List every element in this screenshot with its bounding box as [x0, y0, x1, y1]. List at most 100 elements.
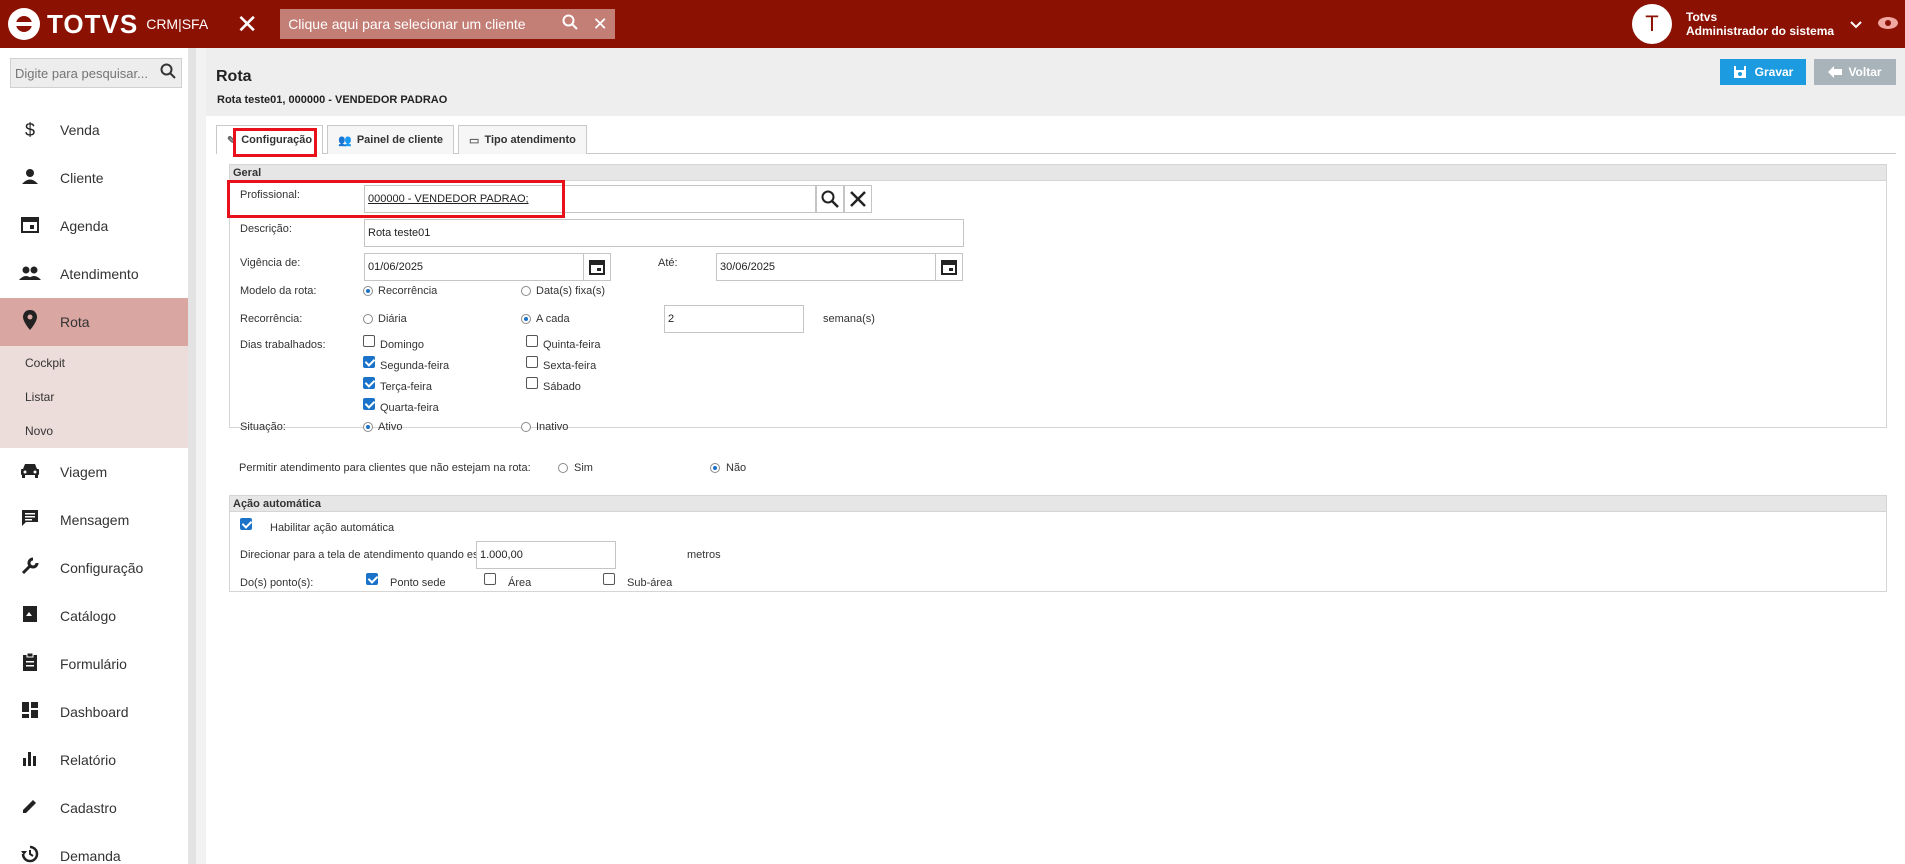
- totvs-logo[interactable]: TOTVS CRM|SFA: [8, 0, 208, 48]
- sexta-label: Sexta-feira: [543, 360, 597, 372]
- back-button[interactable]: Voltar: [1814, 59, 1896, 85]
- sabado-checkbox[interactable]: [526, 377, 538, 389]
- tab-label: Painel de cliente: [356, 134, 444, 146]
- quinta-label: Quinta-feira: [543, 339, 601, 351]
- sexta-checkbox[interactable]: [526, 356, 538, 368]
- recorrencia-unit: semana(s): [823, 313, 875, 325]
- sidebar-item-catalogo[interactable]: Catálogo: [0, 592, 196, 640]
- people-icon: [18, 264, 42, 285]
- sidebar-item-demanda[interactable]: Demanda: [0, 832, 196, 864]
- sidebar-item-agenda[interactable]: Agenda: [0, 202, 196, 250]
- modelo-recorrencia-label: Recorrência: [378, 285, 438, 297]
- user-role: Administrador do sistema: [1686, 24, 1835, 38]
- recorrencia-intervalo-field[interactable]: 2: [664, 305, 804, 333]
- profissional-field[interactable]: 000000 - VENDEDOR PADRAO;: [364, 185, 816, 213]
- ponto-sede-checkbox[interactable]: [366, 573, 378, 585]
- tab-configuracao[interactable]: ✎ Configuração: [216, 125, 324, 154]
- submenu-item-cockpit[interactable]: Cockpit: [0, 346, 196, 380]
- search-icon[interactable]: [155, 63, 181, 84]
- sidebar-item-cliente[interactable]: Cliente: [0, 154, 196, 202]
- client-selector[interactable]: Clique aqui para selecionar um cliente ✕: [280, 9, 616, 39]
- recorrencia-a-cada-label: A cada: [536, 313, 570, 325]
- card-icon: ▭: [469, 134, 480, 147]
- sidebar: $ Venda Cliente Agenda Atendimento Rota C…: [0, 48, 196, 864]
- calendar-icon: [18, 215, 42, 238]
- tab-label: Tipo atendimento: [484, 134, 576, 146]
- quarta-checkbox[interactable]: [363, 398, 375, 410]
- sidebar-item-label: Viagem: [60, 464, 108, 480]
- recorrencia-diaria-radio[interactable]: [363, 314, 373, 324]
- situacao-inativo-label: Inativo: [536, 421, 569, 433]
- tab-tipo-atendimento[interactable]: ▭ Tipo atendimento: [458, 125, 587, 154]
- submenu-item-novo[interactable]: Novo: [0, 414, 196, 448]
- sidebar-item-label: Configuração: [60, 560, 144, 576]
- habilitar-acao-label: Habilitar ação automática: [270, 522, 395, 534]
- user-menu[interactable]: T Totvs Administrador do sistema: [1632, 0, 1905, 48]
- recorrencia-diaria-label: Diária: [378, 313, 407, 325]
- terca-checkbox[interactable]: [363, 377, 375, 389]
- tab-bar: ✎ Configuração 👥 Painel de cliente ▭ Tipo a…: [216, 125, 591, 154]
- sidebar-search[interactable]: [10, 58, 182, 88]
- situacao-ativo-radio[interactable]: [363, 422, 373, 432]
- calendar-icon[interactable]: [935, 253, 963, 281]
- subarea-checkbox[interactable]: [603, 573, 615, 585]
- modelo-datas-fixas-radio[interactable]: [521, 286, 531, 296]
- vigencia-label: Vigência de:: [240, 257, 301, 269]
- modelo-recorrencia-radio[interactable]: [363, 286, 373, 296]
- vigencia-to-field[interactable]: 30/06/2025: [716, 253, 936, 281]
- ate-label: Até:: [658, 257, 678, 269]
- search-icon[interactable]: [816, 185, 844, 213]
- recorrencia-a-cada-radio[interactable]: [521, 314, 531, 324]
- sidebar-item-formulario[interactable]: Formulário: [0, 640, 196, 688]
- terca-label: Terça-feira: [380, 381, 432, 393]
- sidebar-item-label: Atendimento: [60, 266, 139, 282]
- sidebar-item-mensagem[interactable]: Mensagem: [0, 496, 196, 544]
- habilitar-acao-checkbox[interactable]: [240, 518, 252, 530]
- descricao-field[interactable]: Rota teste01: [364, 219, 964, 247]
- avatar[interactable]: T: [1632, 4, 1672, 44]
- sidebar-item-rota[interactable]: Rota: [0, 298, 196, 346]
- pencil-icon: [18, 797, 42, 820]
- quinta-checkbox[interactable]: [526, 335, 538, 347]
- sidebar-item-venda[interactable]: $ Venda: [0, 106, 196, 154]
- permitir-nao-radio[interactable]: [710, 463, 720, 473]
- sidebar-search-input[interactable]: [15, 65, 155, 81]
- save-button-label: Gravar: [1754, 65, 1794, 79]
- sidebar-item-configuracao[interactable]: Configuração: [0, 544, 196, 592]
- tab-label: Configuração: [241, 134, 313, 146]
- clear-icon[interactable]: [844, 185, 872, 213]
- segunda-checkbox[interactable]: [363, 356, 375, 368]
- dashboard-icon: [18, 701, 42, 724]
- direcionar-distance-field[interactable]: 1.000,00: [476, 541, 616, 569]
- tab-painel-de-cliente[interactable]: 👥 Painel de cliente: [327, 125, 455, 154]
- save-button[interactable]: Gravar: [1720, 59, 1806, 85]
- sidebar-item-atendimento[interactable]: Atendimento: [0, 250, 196, 298]
- ponto-sede-label: Ponto sede: [390, 577, 446, 589]
- sidebar-item-viagem[interactable]: Viagem: [0, 448, 196, 496]
- area-checkbox[interactable]: [484, 573, 496, 585]
- top-bar: TOTVS CRM|SFA ✕ Clique aqui para selecio…: [0, 0, 1905, 48]
- vigencia-from-field[interactable]: 01/06/2025: [364, 253, 584, 281]
- close-icon[interactable]: ✕: [234, 0, 260, 48]
- sidebar-item-label: Rota: [60, 314, 90, 330]
- main-menu: $ Venda Cliente Agenda Atendimento Rota C…: [0, 106, 196, 864]
- search-icon[interactable]: [555, 14, 585, 35]
- history-icon: [18, 845, 42, 864]
- chevron-down-icon[interactable]: [1841, 16, 1871, 32]
- sidebar-item-relatorio[interactable]: Relatório: [0, 736, 196, 784]
- domingo-checkbox[interactable]: [363, 335, 375, 347]
- sidebar-item-dashboard[interactable]: Dashboard: [0, 688, 196, 736]
- domingo-label: Domingo: [380, 339, 425, 351]
- submenu-item-listar[interactable]: Listar: [0, 380, 196, 414]
- user-info[interactable]: Totvs Administrador do sistema: [1686, 10, 1841, 38]
- sidebar-scrollbar[interactable]: [188, 48, 196, 864]
- clear-icon[interactable]: ✕: [585, 14, 615, 35]
- sidebar-item-cadastro[interactable]: Cadastro: [0, 784, 196, 832]
- eye-icon[interactable]: [1871, 13, 1905, 36]
- main-content: Rota Rota teste01, 000000 - VENDEDOR PAD…: [206, 48, 1905, 864]
- situacao-inativo-radio[interactable]: [521, 422, 531, 432]
- bar-chart-icon: [18, 750, 42, 771]
- dollar-icon: $: [24, 119, 35, 140]
- permitir-sim-radio[interactable]: [558, 463, 568, 473]
- calendar-icon[interactable]: [583, 253, 611, 281]
